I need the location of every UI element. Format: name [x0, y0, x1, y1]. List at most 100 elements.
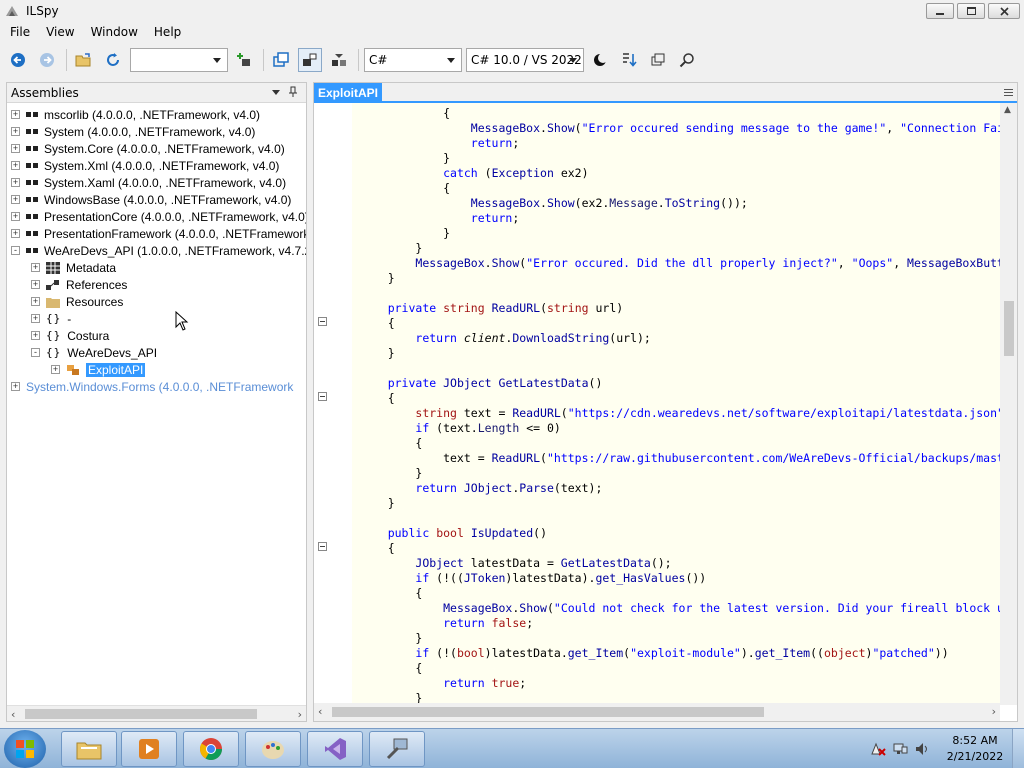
tree-node-assembly[interactable]: + System.Xml (4.0.0.0, .NETFramework, v4.… [11, 157, 279, 174]
code-line: } [360, 241, 423, 255]
code-line: { [360, 586, 423, 600]
language-value: C# [369, 53, 388, 67]
search-button[interactable] [675, 48, 699, 72]
expand-icon[interactable]: + [31, 280, 40, 289]
scrollbar-thumb[interactable] [332, 707, 764, 717]
tree-node-assembly[interactable]: + WindowsBase (4.0.0.0, .NETFramework, v4… [11, 191, 291, 208]
menu-help[interactable]: Help [146, 22, 189, 42]
scroll-right-icon[interactable]: › [298, 708, 302, 721]
forward-icon [40, 53, 54, 67]
folder-icon [46, 297, 60, 308]
maximize-button[interactable] [957, 3, 985, 19]
reload-button[interactable] [101, 48, 125, 72]
tab-exploitapi[interactable]: ExploitAPI [314, 83, 383, 103]
expand-icon[interactable]: + [11, 127, 20, 136]
expand-icon[interactable]: + [11, 110, 20, 119]
menu-file[interactable]: File [2, 22, 38, 42]
open-button[interactable] [72, 48, 96, 72]
taskbar-app-explorer[interactable] [61, 731, 117, 767]
tree-node-references[interactable]: + References [31, 276, 127, 293]
language-combo[interactable]: C# [364, 48, 462, 72]
code-horizontal-scrollbar[interactable]: ‹ › [314, 703, 1000, 721]
fold-toggle-icon[interactable] [318, 392, 327, 401]
pin-icon[interactable] [288, 86, 298, 98]
expand-icon[interactable]: + [11, 382, 20, 391]
code-editor[interactable]: { MessageBox.Show("Error occured sending… [314, 103, 1017, 705]
expand-icon[interactable]: + [11, 144, 20, 153]
paint-icon [262, 741, 284, 759]
scrollbar-thumb[interactable] [1004, 301, 1014, 356]
chevron-down-icon [213, 58, 221, 63]
expand-icon[interactable]: + [31, 314, 40, 323]
tree-node-metadata[interactable]: + Metadata [31, 259, 116, 276]
decompiled-code[interactable]: { MessageBox.Show("Error occured sending… [360, 106, 1017, 705]
horizontal-scrollbar[interactable]: ‹ › [7, 705, 306, 721]
window-button[interactable] [646, 48, 670, 72]
show-desktop-button[interactable] [1012, 729, 1024, 768]
tree-node-namespace[interactable]: + {} - [31, 310, 71, 327]
taskbar-app-network[interactable] [369, 731, 425, 767]
tree-node-assembly[interactable]: - WeAreDevs_API (1.0.0.0, .NETFramework, … [11, 242, 306, 259]
scroll-right-icon[interactable]: › [992, 705, 996, 718]
tree-node-assembly[interactable]: + mscorlib (4.0.0.0, .NETFramework, v4.0) [11, 106, 260, 123]
new-window-button[interactable] [269, 48, 293, 72]
expand-icon[interactable]: + [11, 195, 20, 204]
taskbar-app-chrome[interactable] [183, 731, 239, 767]
chevron-down-icon [569, 58, 577, 63]
tab-menu-icon[interactable] [1004, 89, 1013, 98]
tree-node-class-selected[interactable]: + ExploitAPI [51, 361, 146, 378]
taskbar-app-visual-studio[interactable] [307, 731, 363, 767]
forward-button[interactable] [35, 48, 59, 72]
taskbar-app-paint[interactable] [245, 731, 301, 767]
expand-icon[interactable]: + [51, 365, 60, 374]
back-button[interactable] [6, 48, 30, 72]
tree-node-assembly[interactable]: + System (4.0.0.0, .NETFramework, v4.0) [11, 123, 255, 140]
scroll-left-icon[interactable]: ‹ [318, 705, 322, 718]
tree-node-namespace[interactable]: + {} Costura [31, 327, 109, 344]
fold-toggle-icon[interactable] [318, 317, 327, 326]
toggle-button[interactable] [298, 48, 322, 72]
version-combo[interactable]: C# 10.0 / VS 2022 [466, 48, 584, 72]
settings-button[interactable] [327, 48, 351, 72]
tree-node-assembly[interactable]: + System.Xaml (4.0.0.0, .NETFramework, v4… [11, 174, 286, 191]
sort-button[interactable] [617, 48, 641, 72]
menu-window[interactable]: Window [83, 22, 146, 42]
expand-icon[interactable]: + [11, 229, 20, 238]
vertical-scrollbar[interactable]: ▲ [1000, 103, 1017, 705]
menu-view[interactable]: View [38, 22, 82, 42]
collapse-icon[interactable]: - [31, 348, 40, 357]
assembly-list-combo[interactable] [130, 48, 228, 72]
scroll-up-icon[interactable]: ▲ [1004, 105, 1011, 115]
tree-node-assembly[interactable]: + PresentationCore (4.0.0.0, .NETFramewor… [11, 208, 306, 225]
tree-node-resources[interactable]: + Resources [31, 293, 123, 310]
collapse-icon[interactable]: - [11, 246, 20, 255]
fold-toggle-icon[interactable] [318, 542, 327, 551]
scroll-left-icon[interactable]: ‹ [11, 708, 15, 721]
code-line: catch (Exception ex2) [443, 166, 589, 180]
chevron-down-icon[interactable] [272, 90, 280, 95]
theme-button[interactable] [588, 48, 612, 72]
expand-icon[interactable]: + [31, 263, 40, 272]
action-center-icon[interactable] [870, 741, 886, 757]
expand-icon[interactable]: + [11, 178, 20, 187]
volume-icon[interactable] [914, 741, 930, 757]
close-button[interactable] [988, 3, 1020, 19]
add-button[interactable] [232, 48, 256, 72]
expand-icon[interactable]: + [31, 331, 40, 340]
expand-icon[interactable]: + [11, 212, 20, 221]
expand-icon[interactable]: + [11, 161, 20, 170]
tree-node-assembly[interactable]: + System.Core (4.0.0.0, .NETFramework, v4… [11, 140, 285, 157]
scrollbar-thumb[interactable] [25, 709, 257, 719]
start-button[interactable] [4, 730, 46, 768]
taskbar-app-media[interactable] [121, 731, 177, 767]
expand-icon[interactable]: + [31, 297, 40, 306]
tree-node-assembly[interactable]: + PresentationFramework (4.0.0.0, .NETFra… [11, 225, 306, 242]
tree-node-assembly[interactable]: + System.Windows.Forms (4.0.0.0, .NETFram… [11, 378, 293, 395]
open-icon [75, 53, 91, 67]
code-line: { [360, 661, 423, 675]
network-icon[interactable] [892, 741, 908, 757]
minimize-button[interactable] [926, 3, 954, 19]
new-window-icon [273, 52, 289, 67]
clock[interactable]: 8:52 AM 2/21/2022 [938, 733, 1012, 765]
tree-node-namespace[interactable]: -{} WeAreDevs_API [31, 344, 157, 361]
